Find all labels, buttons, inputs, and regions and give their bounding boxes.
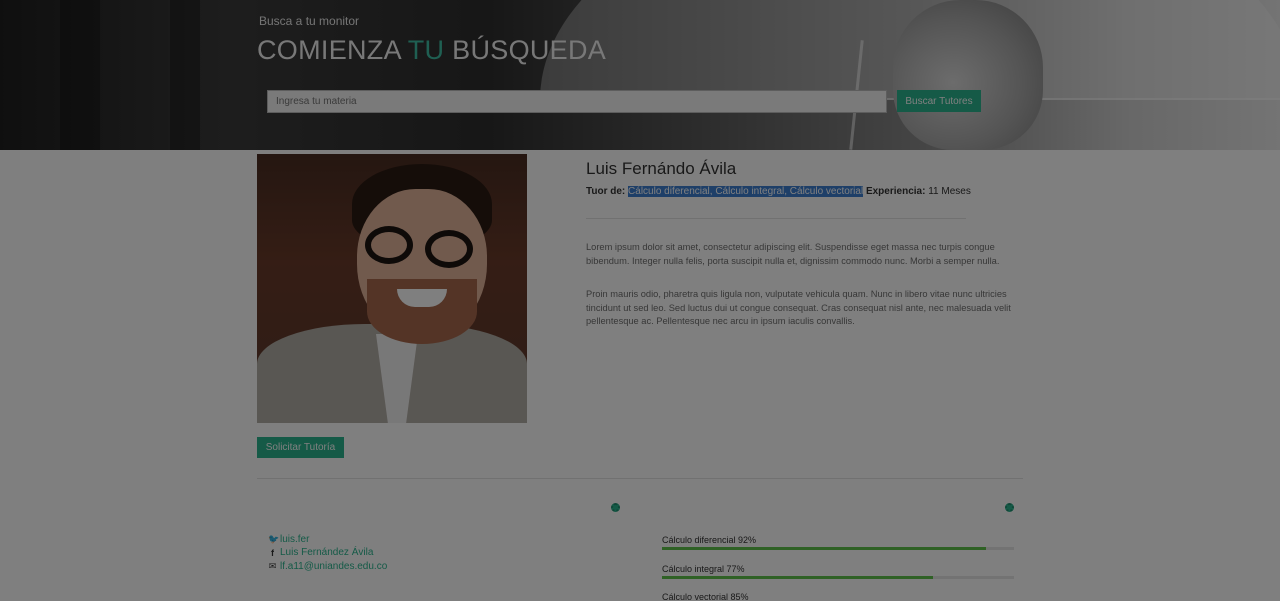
- contact-twitter-link[interactable]: 🐦 luis.fer: [268, 534, 309, 545]
- hero-banner: Busca a tu monitor COMIENZA TU BÚSQUEDA …: [0, 0, 1280, 150]
- bio-paragraph: Proin mauris odio, pharetra quis ligula …: [586, 289, 1011, 326]
- contact-facebook-text: Luis Fernández Ávila: [280, 547, 374, 558]
- hero-title: COMIENZA TU BÚSQUEDA: [257, 35, 606, 66]
- request-tutoring-button[interactable]: Solicitar Tutoría: [257, 437, 344, 458]
- skill-label: Cálculo diferencial 92%: [662, 535, 757, 545]
- envelope-icon: ✉: [268, 561, 277, 571]
- hero-title-part1: COMIENZA: [257, 35, 401, 65]
- skill-bar: Cálculo vectorial 85%: [662, 592, 1014, 601]
- tutor-label: Tuor de:: [586, 186, 626, 197]
- skill-label: Cálculo vectorial 85%: [662, 592, 749, 601]
- gear-icon[interactable]: [1005, 503, 1014, 512]
- skill-bar: Cálculo integral 77%: [662, 564, 1014, 579]
- skill-track: [662, 547, 1014, 550]
- experience-label: Experiencia:: [865, 186, 926, 197]
- photo-glasses-right: [425, 230, 473, 268]
- contact-email-link[interactable]: ✉ lf.a11@uniandes.edu.co: [268, 561, 388, 572]
- tutor-name: Luis Fernándo Ávila: [586, 159, 737, 178]
- contact-email-text: lf.a11@uniandes.edu.co: [280, 561, 388, 572]
- divider: [257, 478, 1023, 479]
- hero-subtitle: Busca a tu monitor: [259, 14, 360, 28]
- contact-twitter-text: luis.fer: [280, 534, 310, 545]
- background-pillar: [60, 0, 100, 150]
- subject-search-input[interactable]: [267, 90, 887, 113]
- photo-glasses-left: [365, 226, 413, 264]
- contact-facebook-link[interactable]: f Luis Fernández Ávila: [268, 547, 373, 558]
- skill-bar: Cálculo diferencial 92%: [662, 535, 1014, 550]
- divider: [586, 218, 966, 219]
- skill-label: Cálculo integral 77%: [662, 564, 745, 574]
- hero-title-part2: BÚSQUEDA: [452, 35, 607, 65]
- search-tutors-button[interactable]: Buscar Tutores: [897, 90, 981, 112]
- twitter-icon: 🐦: [268, 534, 280, 544]
- hero-title-accent: TU: [407, 35, 445, 65]
- tutor-subjects: Cálculo diferencial, Cálculo integral, C…: [628, 186, 864, 197]
- tutor-photo: [257, 154, 527, 423]
- woman-face-image: [893, 0, 1043, 150]
- skill-fill: [662, 547, 986, 550]
- experience-value: 11 Meses: [928, 186, 971, 197]
- background-pillar: [170, 0, 200, 150]
- tutor-meta: Tuor de: Cálculo diferencial, Cálculo in…: [586, 186, 971, 197]
- skill-track: [662, 576, 1014, 579]
- facebook-icon: f: [271, 547, 274, 558]
- gear-icon[interactable]: [611, 503, 620, 512]
- skill-fill: [662, 576, 934, 579]
- bio-paragraph: Lorem ipsum dolor sit amet, consectetur …: [586, 242, 1000, 266]
